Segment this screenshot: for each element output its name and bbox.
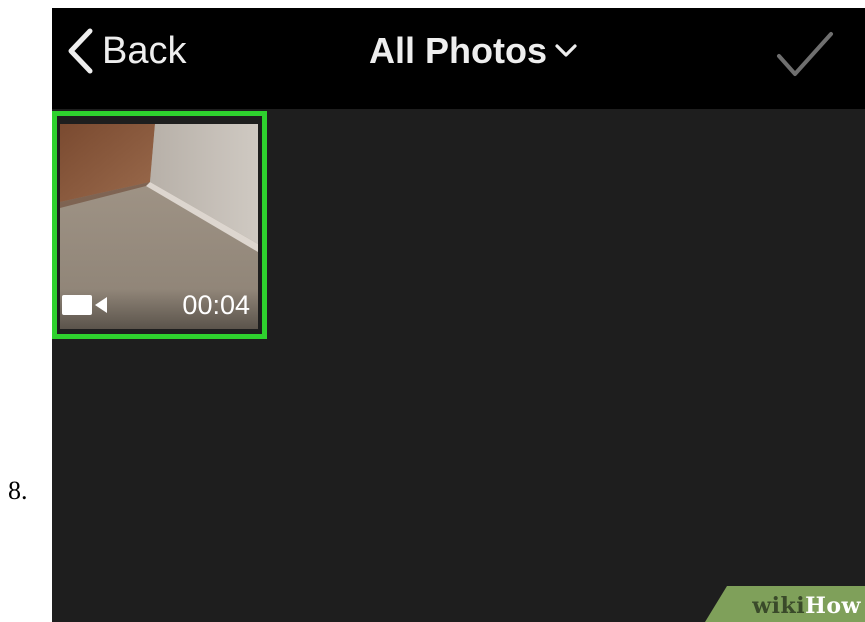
checkmark-icon xyxy=(775,32,835,84)
watermark-text-how: How xyxy=(805,593,861,619)
video-thumbnail-image: 00:04 xyxy=(60,124,258,329)
back-button[interactable]: Back xyxy=(66,26,186,76)
wikihow-watermark: wikiHow xyxy=(705,586,865,622)
phone-screen: Back All Photos 00:04 wikiHow xyxy=(52,8,865,622)
video-duration: 00:04 xyxy=(182,290,250,320)
chevron-down-icon xyxy=(547,44,577,58)
step-number: 8. xyxy=(8,476,28,505)
done-button[interactable] xyxy=(775,30,835,80)
album-picker[interactable]: All Photos xyxy=(369,28,577,74)
video-thumbnail-selected[interactable]: 00:04 xyxy=(52,111,267,339)
watermark-text-wiki: wiki xyxy=(752,593,806,619)
back-label: Back xyxy=(102,29,187,72)
video-camera-icon xyxy=(62,293,110,317)
album-title: All Photos xyxy=(369,30,547,71)
page: 8. Back All Photos 00:04 wikiHow xyxy=(0,0,865,622)
thumbnail-overlay: 00:04 xyxy=(60,289,258,329)
nav-bar: Back All Photos xyxy=(52,8,865,109)
chevron-left-icon xyxy=(66,28,94,74)
